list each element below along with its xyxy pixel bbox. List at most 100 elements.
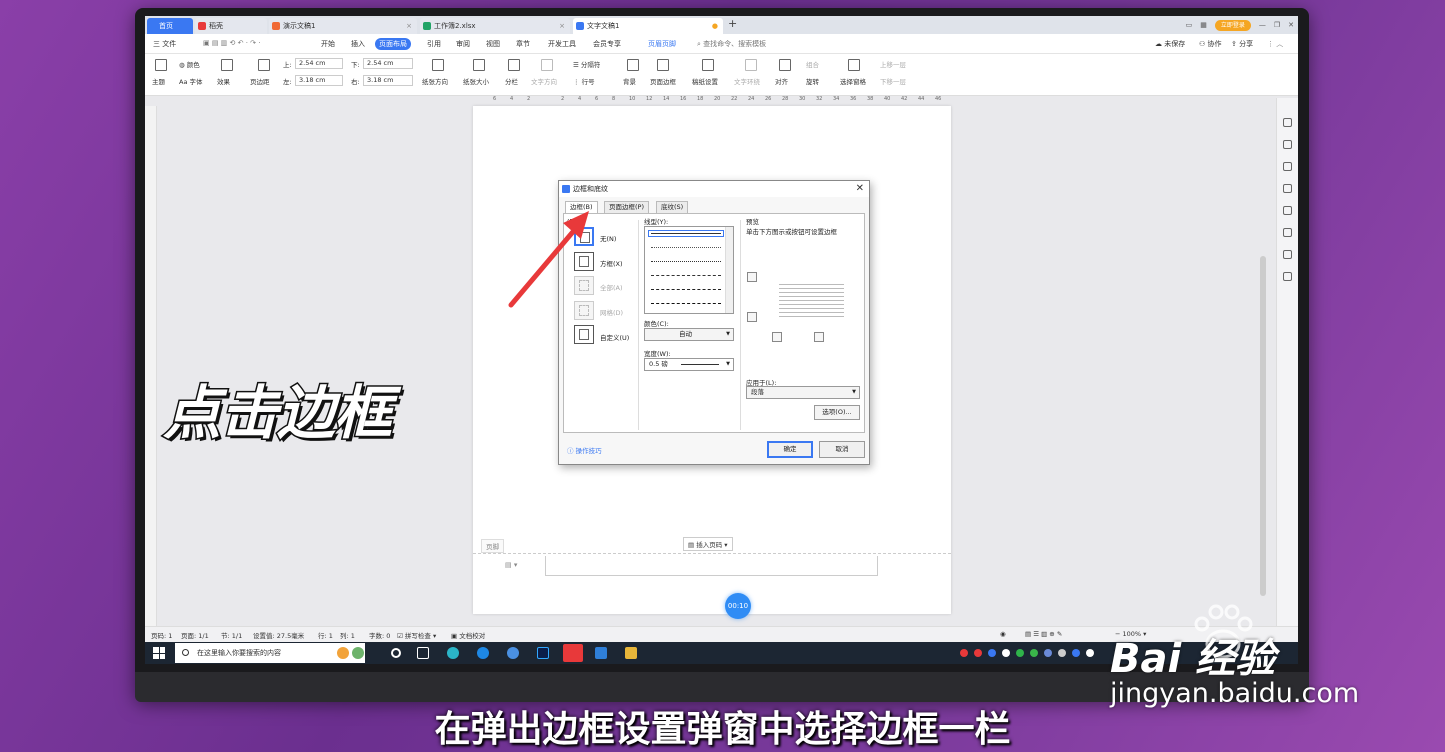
more-icon[interactable]: ⋮ ︿ xyxy=(1267,39,1283,49)
menu-start[interactable]: 开始 xyxy=(321,39,335,49)
options-button[interactable]: 选项(O)... xyxy=(814,405,860,420)
pen-icon[interactable] xyxy=(1283,140,1292,149)
location-icon[interactable] xyxy=(1283,250,1292,259)
layout-icon[interactable]: ▭ xyxy=(1186,21,1193,29)
menu-developer[interactable]: 开发工具 xyxy=(548,39,576,49)
border-preview[interactable] xyxy=(744,272,844,352)
edge-icon[interactable] xyxy=(477,647,489,659)
fonts-button[interactable]: Aa 字体 xyxy=(179,76,203,86)
help-icon[interactable] xyxy=(1283,206,1292,215)
bring-forward-button[interactable]: 上移一层 xyxy=(880,59,906,69)
proofread-button[interactable]: ▣ 文档校对 xyxy=(451,630,485,640)
line-style-dashed[interactable] xyxy=(651,275,721,276)
footer-area[interactable] xyxy=(545,556,878,576)
group-button[interactable]: 组合 xyxy=(806,59,819,69)
menu-insert[interactable]: 插入 xyxy=(351,39,365,49)
top-border-icon[interactable] xyxy=(747,272,757,282)
share-button[interactable]: ⇪ 分享 xyxy=(1231,39,1253,49)
line-style-solid[interactable] xyxy=(648,230,724,237)
insert-page-number-button[interactable]: ▤ 插入页码 ▾ xyxy=(683,537,733,551)
color-select[interactable]: 自动 ▼ xyxy=(644,328,734,341)
wps-icon[interactable] xyxy=(563,644,583,662)
right-border-icon[interactable] xyxy=(814,332,824,342)
horizontal-ruler[interactable]: 6 4 2 2 4 6 8 10 12 14 16 18 20 22 24 26… xyxy=(485,96,945,106)
cortana-icon[interactable] xyxy=(391,648,401,658)
text-direction-button[interactable]: 文字方向 xyxy=(531,76,557,86)
style-icon[interactable] xyxy=(1283,118,1292,127)
task-view-icon[interactable] xyxy=(417,647,429,659)
collab-button[interactable]: ⚇ 协作 xyxy=(1199,39,1222,49)
line-style-long-dash[interactable] xyxy=(651,303,721,304)
tab-home[interactable]: 首页 xyxy=(147,18,193,34)
paper-size-button[interactable]: 纸张大小 xyxy=(463,76,489,86)
menu-page-layout[interactable]: 页面布局 xyxy=(375,38,411,50)
tray-icon[interactable] xyxy=(1072,649,1080,657)
line-style-list[interactable] xyxy=(644,226,734,314)
tab-docer[interactable]: 稻壳 xyxy=(195,18,267,34)
manuscript-button[interactable]: 稿纸设置 xyxy=(692,76,718,86)
tab-shading[interactable]: 底纹(S) xyxy=(656,201,689,213)
tab-document[interactable]: 文字文稿1 ● xyxy=(573,18,723,34)
line-style-dotted[interactable] xyxy=(651,247,721,248)
bottom-margin-input[interactable]: 2.54 cm xyxy=(363,58,413,69)
cancel-button[interactable]: 取消 xyxy=(819,441,865,458)
page-border-button[interactable]: 页面边框 xyxy=(650,76,676,86)
app-icon[interactable] xyxy=(507,647,519,659)
close-icon[interactable]: × xyxy=(559,18,565,34)
file-menu[interactable]: 三 文件 xyxy=(153,39,176,49)
apps-icon[interactable]: ▦ xyxy=(1200,21,1207,29)
scrollbar-thumb[interactable] xyxy=(1260,256,1266,596)
top-margin-input[interactable]: 2.54 cm xyxy=(295,58,343,69)
login-button[interactable]: 立即登录 xyxy=(1214,19,1251,31)
right-margin-input[interactable]: 3.18 cm xyxy=(363,75,413,86)
line-numbers-button[interactable]: ⋮ 行号 xyxy=(573,76,595,86)
rotate-button[interactable]: 旋转 xyxy=(806,76,819,86)
background-button[interactable]: 背景 xyxy=(623,76,636,86)
settings-icon[interactable] xyxy=(1283,184,1292,193)
breaks-button[interactable]: ☰ 分隔符 xyxy=(573,59,600,69)
menu-header-footer[interactable]: 页眉页脚 xyxy=(648,39,676,49)
vertical-scrollbar[interactable] xyxy=(1260,106,1266,626)
align-button[interactable]: 对齐 xyxy=(775,76,788,86)
colors-button[interactable]: ◍ 颜色 xyxy=(179,59,200,69)
left-border-icon[interactable] xyxy=(772,332,782,342)
line-style-scrollbar[interactable] xyxy=(725,227,733,313)
tab-page-border[interactable]: 页面边框(P) xyxy=(604,201,649,213)
bottom-border-icon[interactable] xyxy=(747,312,757,322)
setting-custom-button[interactable] xyxy=(574,325,594,344)
unsaved-button[interactable]: ☁ 未保存 xyxy=(1155,39,1185,49)
menu-view[interactable]: 视图 xyxy=(486,39,500,49)
tray-icon[interactable] xyxy=(1002,649,1010,657)
wrap-button[interactable]: 文字环绕 xyxy=(734,76,760,86)
browser-icon[interactable] xyxy=(447,647,459,659)
tray-icon[interactable] xyxy=(988,649,996,657)
minimize-icon[interactable]: — xyxy=(1259,21,1266,29)
tray-icon[interactable] xyxy=(1016,649,1024,657)
footer-options-icon[interactable]: ▤ ▾ xyxy=(505,561,517,569)
menu-review[interactable]: 审阅 xyxy=(456,39,470,49)
tab-spreadsheet[interactable]: 工作簿2.xlsx × xyxy=(420,18,570,34)
new-tab-button[interactable]: + xyxy=(728,17,737,30)
menu-references[interactable]: 引用 xyxy=(427,39,441,49)
left-margin-input[interactable]: 3.18 cm xyxy=(295,75,343,86)
folder-icon[interactable] xyxy=(625,647,637,659)
tab-presentation[interactable]: 演示文稿1 × xyxy=(269,18,417,34)
line-style-dash-dot[interactable] xyxy=(651,289,721,290)
orientation-button[interactable]: 纸张方向 xyxy=(422,76,448,86)
ok-button[interactable]: 确定 xyxy=(767,441,813,458)
line-style-dense-dot[interactable] xyxy=(651,261,721,262)
tray-icon[interactable] xyxy=(960,649,968,657)
tray-icon[interactable] xyxy=(1044,649,1052,657)
spell-check-button[interactable]: ☑ 拼写检查 ▾ xyxy=(397,630,436,640)
dialog-close-icon[interactable]: ✕ xyxy=(856,181,864,197)
windows-start-icon[interactable] xyxy=(153,647,165,659)
view-mode-icons[interactable]: ▤ ☰ ▥ ⊕ ✎ xyxy=(1025,630,1062,638)
store-icon[interactable] xyxy=(595,647,607,659)
menu-chapter[interactable]: 章节 xyxy=(516,39,530,49)
restore-icon[interactable]: ❐ xyxy=(1274,21,1280,29)
vertical-ruler[interactable] xyxy=(145,106,157,626)
margins-button[interactable]: 页边距 xyxy=(250,76,270,86)
status-words[interactable]: 字数: 0 xyxy=(369,630,390,640)
window-close-icon[interactable]: ✕ xyxy=(1288,21,1294,29)
close-icon[interactable]: × xyxy=(406,18,412,34)
